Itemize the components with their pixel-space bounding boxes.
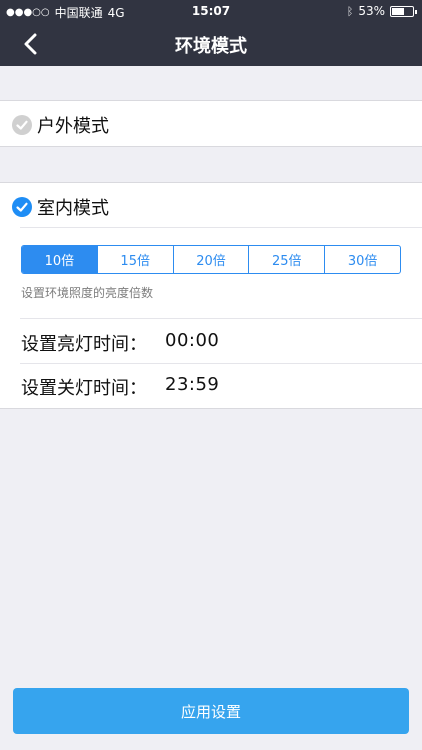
divider <box>20 318 422 319</box>
divider <box>0 408 422 409</box>
status-right: ᛒ 53% <box>346 4 417 18</box>
light-on-label: 设置亮灯时间： <box>21 334 147 355</box>
indoor-mode-label: 室内模式 <box>37 198 109 219</box>
outdoor-mode-label: 户外模式 <box>37 116 109 137</box>
unchecked-icon <box>12 115 32 135</box>
page-title: 环境模式 <box>175 36 247 57</box>
light-on-time-row[interactable]: 设置亮灯时间： 00:00 <box>21 330 219 356</box>
light-on-value[interactable]: 00:00 <box>165 330 219 356</box>
header: ●●●○○ 中国联通 4G 15:07 ᛒ 53% 环境模式 <box>0 0 422 66</box>
brightness-option-10x[interactable]: 10倍 <box>22 246 97 273</box>
battery-percent: 53% <box>358 4 385 18</box>
divider <box>0 146 422 147</box>
brightness-hint: 设置环境照度的亮度倍数 <box>21 286 154 300</box>
brightness-option-20x[interactable]: 20倍 <box>172 246 249 273</box>
outdoor-mode-row[interactable]: 户外模式 <box>0 101 422 146</box>
indoor-mode-option[interactable]: 室内模式 <box>12 194 109 220</box>
divider <box>20 363 422 364</box>
apply-settings-button[interactable]: 应用设置 <box>13 688 409 734</box>
brightness-option-15x[interactable]: 15倍 <box>96 246 173 273</box>
outdoor-mode-option[interactable]: 户外模式 <box>12 112 109 138</box>
brightness-option-30x[interactable]: 30倍 <box>324 246 400 273</box>
brightness-segmented-control: 10倍 15倍 20倍 25倍 30倍 <box>21 245 401 274</box>
bluetooth-icon: ᛒ <box>346 4 354 18</box>
nav-bar: 环境模式 <box>0 22 422 66</box>
checked-icon <box>12 197 32 217</box>
light-off-label: 设置关灯时间： <box>21 378 147 399</box>
status-bar: ●●●○○ 中国联通 4G 15:07 ᛒ 53% <box>0 0 422 22</box>
brightness-option-25x[interactable]: 25倍 <box>248 246 324 273</box>
divider <box>20 227 422 228</box>
light-off-value[interactable]: 23:59 <box>165 374 219 400</box>
light-off-time-row[interactable]: 设置关灯时间： 23:59 <box>21 374 219 400</box>
battery-icon <box>390 5 417 17</box>
